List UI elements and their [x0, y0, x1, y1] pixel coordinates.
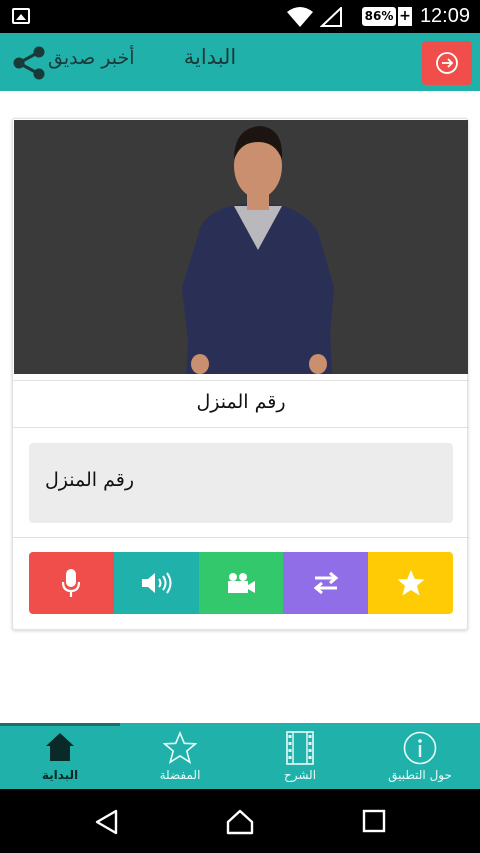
- logout-icon: [436, 52, 458, 74]
- share-icon[interactable]: [12, 46, 46, 84]
- microphone-button[interactable]: [29, 552, 114, 614]
- sign-card: رقم المنزل رقم المنزل: [12, 118, 469, 630]
- recents-icon[interactable]: [362, 809, 386, 833]
- sign-text: رقم المنزل: [45, 469, 135, 491]
- signal-icon: [320, 7, 342, 27]
- info-icon: [403, 731, 437, 765]
- film-icon: [286, 731, 314, 765]
- divider: [13, 380, 469, 381]
- speaker-icon: [142, 572, 172, 594]
- image-notification-icon: [12, 8, 30, 24]
- back-icon[interactable]: [94, 809, 120, 835]
- divider: [13, 427, 469, 428]
- nav-about[interactable]: حول التطبيق: [360, 723, 480, 789]
- video-camera-icon: [227, 573, 255, 593]
- favorite-button[interactable]: [368, 552, 453, 614]
- wifi-icon: [287, 7, 313, 27]
- bottom-navigation: البداية المفضلة الشرح حول التطبيق: [0, 723, 480, 789]
- swap-arrows-icon: [313, 571, 339, 595]
- home-icon: [46, 733, 74, 761]
- battery-level: 86%: [364, 9, 394, 23]
- avatar-figure: [14, 120, 468, 374]
- page-title: البداية: [183, 45, 237, 69]
- app-bar: أخبر صديق البداية: [0, 33, 480, 91]
- star-outline-icon: [163, 731, 197, 764]
- action-buttons: [29, 552, 453, 614]
- nav-home-label: البداية: [41, 768, 79, 782]
- system-navigation-bar: [0, 789, 480, 853]
- clock: 12:09: [419, 5, 470, 27]
- share-with-friend-button[interactable]: أخبر صديق: [48, 47, 135, 69]
- nav-about-label: حول التطبيق: [388, 768, 452, 782]
- star-icon: [397, 570, 425, 596]
- sign-text-box: رقم المنزل: [29, 443, 453, 523]
- battery-indicator: 86%: [362, 7, 396, 26]
- charging-icon: +: [398, 7, 412, 26]
- sign-word-title: رقم المنزل: [196, 391, 286, 413]
- speaker-button[interactable]: [113, 552, 199, 614]
- video-camera-button[interactable]: [198, 552, 284, 614]
- status-bar: 86% + 12:09: [0, 0, 480, 33]
- nav-explanation-label: الشرح: [283, 768, 317, 782]
- nav-favorites[interactable]: المفضلة: [120, 723, 240, 789]
- nav-favorites-label: المفضلة: [159, 768, 201, 782]
- nav-explanation[interactable]: الشرح: [240, 723, 360, 789]
- swap-button[interactable]: [283, 552, 369, 614]
- microphone-icon: [62, 569, 81, 597]
- logout-button[interactable]: [422, 41, 472, 85]
- divider: [13, 537, 469, 538]
- sign-video[interactable]: [14, 120, 468, 374]
- nav-home[interactable]: البداية: [0, 723, 120, 789]
- home-system-icon[interactable]: [226, 809, 254, 835]
